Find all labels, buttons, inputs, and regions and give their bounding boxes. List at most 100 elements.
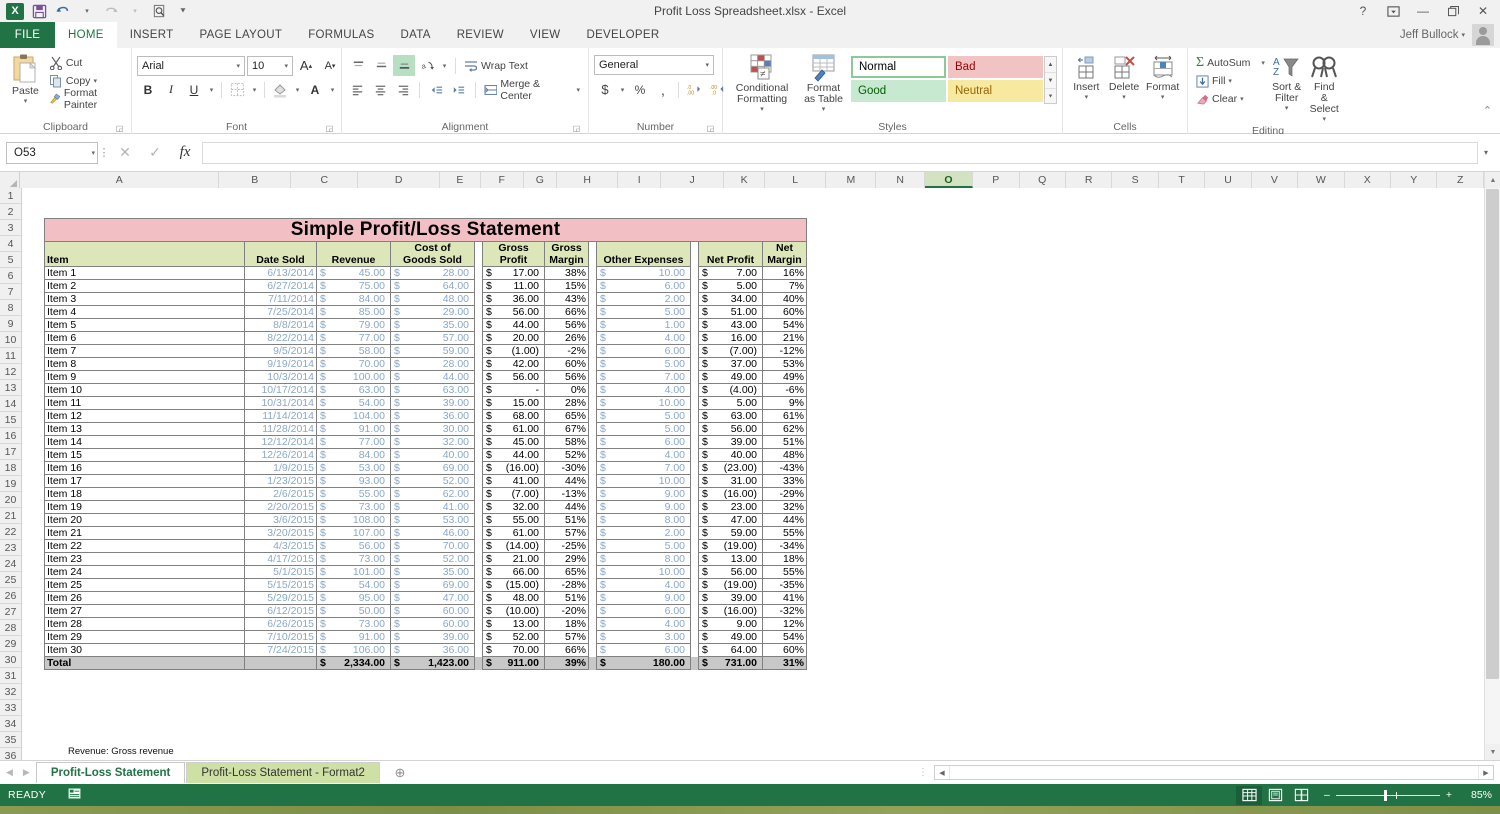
- font-color-icon[interactable]: A: [304, 79, 326, 100]
- percent-format-icon[interactable]: %: [629, 79, 651, 100]
- confirm-entry-icon[interactable]: ✓: [140, 141, 170, 165]
- fill-color-icon[interactable]: [269, 79, 291, 100]
- column-header-b[interactable]: B: [219, 172, 291, 188]
- normal-view-icon[interactable]: [1236, 786, 1262, 805]
- borders-icon[interactable]: [226, 79, 248, 100]
- ribbon-display-options-icon[interactable]: [1378, 0, 1408, 22]
- column-header-q[interactable]: Q: [1020, 172, 1066, 188]
- italic-button[interactable]: I: [160, 79, 182, 100]
- column-header-s[interactable]: S: [1112, 172, 1158, 188]
- align-top-icon[interactable]: [347, 55, 369, 76]
- row-header-23[interactable]: 23: [0, 540, 21, 556]
- formula-input[interactable]: [202, 142, 1478, 164]
- font-color-dropdown-icon[interactable]: ▾: [327, 79, 338, 100]
- column-header-g[interactable]: G: [524, 172, 557, 188]
- tab-data[interactable]: DATA: [388, 22, 444, 48]
- wrap-text-button[interactable]: Wrap Text: [461, 57, 531, 75]
- save-icon[interactable]: [28, 1, 50, 21]
- align-right-icon[interactable]: [392, 79, 414, 100]
- row-header-8[interactable]: 8: [0, 300, 21, 316]
- find-select-dropdown-icon[interactable]: ▾: [1322, 115, 1326, 123]
- font-size-combo[interactable]: 10 ▾: [247, 56, 293, 76]
- page-layout-view-icon[interactable]: [1262, 786, 1288, 805]
- style-neutral[interactable]: Neutral: [948, 80, 1043, 102]
- column-header-a[interactable]: A: [20, 172, 219, 188]
- increase-font-size-icon[interactable]: A▴: [295, 55, 317, 76]
- hscroll-track[interactable]: [949, 766, 1479, 779]
- insert-function-icon[interactable]: fx: [170, 141, 200, 165]
- underline-button[interactable]: U: [183, 79, 205, 100]
- row-header-28[interactable]: 28: [0, 620, 21, 636]
- scroll-up-icon[interactable]: ▲: [1485, 172, 1500, 188]
- number-format-combo[interactable]: General ▾: [594, 55, 714, 75]
- conditional-formatting-button[interactable]: ≠ Conditional Formatting ▾: [728, 53, 796, 114]
- horizontal-split-handle[interactable]: ⋮: [918, 767, 934, 778]
- decrease-font-size-icon[interactable]: A▾: [319, 55, 341, 76]
- row-header-12[interactable]: 12: [0, 364, 21, 380]
- autosum-dropdown-icon[interactable]: ▾: [1261, 59, 1265, 67]
- minimize-button[interactable]: —: [1408, 0, 1438, 22]
- cell-area[interactable]: Simple Profit/Loss Statement Item Date S…: [22, 188, 1484, 760]
- align-left-icon[interactable]: [347, 79, 369, 100]
- delete-cells-button[interactable]: Delete ▾: [1105, 54, 1144, 102]
- zoom-slider[interactable]: – + 85%: [1324, 789, 1492, 801]
- tab-developer[interactable]: DEVELOPER: [573, 22, 672, 48]
- style-good[interactable]: Good: [851, 80, 946, 102]
- column-header-e[interactable]: E: [440, 172, 481, 188]
- row-header-22[interactable]: 22: [0, 524, 21, 540]
- customize-qat-icon[interactable]: ⯆: [172, 1, 194, 21]
- comma-format-icon[interactable]: ,: [652, 79, 674, 100]
- font-family-combo[interactable]: Arial ▾: [137, 56, 245, 76]
- column-header-p[interactable]: P: [973, 172, 1019, 188]
- format-cells-button[interactable]: Format ▾: [1143, 54, 1182, 102]
- vertical-scrollbar[interactable]: ▲ ▼: [1484, 172, 1500, 760]
- increase-indent-icon[interactable]: [448, 79, 470, 100]
- styles-more-icon[interactable]: ⯆: [1045, 89, 1056, 105]
- clear-dropdown-icon[interactable]: ▾: [1240, 95, 1244, 103]
- zoom-thumb[interactable]: [1384, 790, 1387, 801]
- column-header-v[interactable]: V: [1252, 172, 1298, 188]
- horizontal-scroll-thumb[interactable]: [950, 766, 1436, 779]
- clipboard-dialog-launcher[interactable]: ◲: [115, 124, 124, 133]
- conditional-formatting-dropdown-icon[interactable]: ▾: [760, 105, 764, 113]
- sheet-next-icon[interactable]: ▶: [23, 767, 30, 778]
- insert-cells-button[interactable]: Insert ▾: [1068, 54, 1105, 102]
- horizontal-scrollbar[interactable]: ◀ ▶: [934, 765, 1494, 780]
- row-header-6[interactable]: 6: [0, 268, 21, 284]
- row-header-16[interactable]: 16: [0, 428, 21, 444]
- column-header-f[interactable]: F: [481, 172, 524, 188]
- paste-dropdown-icon[interactable]: ▾: [24, 97, 28, 105]
- zoom-track[interactable]: [1336, 795, 1440, 796]
- add-sheet-button[interactable]: ⊕: [389, 762, 411, 784]
- orientation-dropdown-icon[interactable]: ▾: [439, 55, 450, 76]
- expand-formula-bar-icon[interactable]: ▾: [1478, 148, 1494, 157]
- accounting-format-icon[interactable]: $: [594, 79, 616, 100]
- row-header-5[interactable]: 5: [0, 252, 21, 268]
- row-header-14[interactable]: 14: [0, 396, 21, 412]
- row-header-21[interactable]: 21: [0, 508, 21, 524]
- vertical-scroll-thumb[interactable]: [1486, 189, 1499, 679]
- hscroll-left-icon[interactable]: ◀: [935, 769, 949, 777]
- row-header-13[interactable]: 13: [0, 380, 21, 396]
- column-header-d[interactable]: D: [358, 172, 440, 188]
- undo-icon[interactable]: [52, 1, 74, 21]
- tab-review[interactable]: REVIEW: [444, 22, 517, 48]
- format-painter-button[interactable]: Format Painter: [46, 90, 126, 108]
- find-select-button[interactable]: Find & Select ▾: [1305, 54, 1343, 124]
- select-all-corner[interactable]: [0, 172, 20, 188]
- column-header-r[interactable]: R: [1066, 172, 1112, 188]
- align-middle-icon[interactable]: [370, 55, 392, 76]
- cut-button[interactable]: Cut: [46, 54, 126, 72]
- fill-color-dropdown-icon[interactable]: ▾: [292, 79, 303, 100]
- row-header-35[interactable]: 35: [0, 732, 21, 748]
- row-header-34[interactable]: 34: [0, 716, 21, 732]
- column-header-y[interactable]: Y: [1391, 172, 1437, 188]
- sheet-prev-icon[interactable]: ◀: [6, 767, 13, 778]
- styles-gallery-scroll[interactable]: ▲ ▼ ⯆: [1044, 56, 1057, 104]
- tab-insert[interactable]: INSERT: [117, 22, 187, 48]
- row-header-4[interactable]: 4: [0, 236, 21, 252]
- column-header-i[interactable]: I: [618, 172, 661, 188]
- row-header-25[interactable]: 25: [0, 572, 21, 588]
- zoom-out-button[interactable]: –: [1324, 789, 1330, 801]
- column-header-o[interactable]: O: [925, 172, 973, 188]
